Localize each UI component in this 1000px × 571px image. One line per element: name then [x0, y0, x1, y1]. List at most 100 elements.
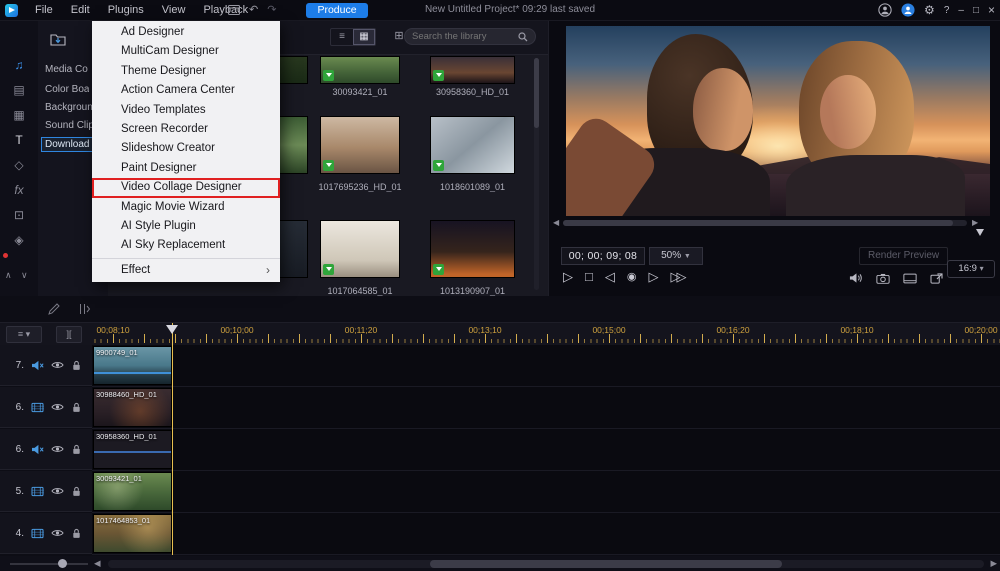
track-lane[interactable]: 9900749_01 — [92, 345, 1000, 387]
timeline-clip[interactable]: 30958360_HD_01 — [93, 430, 172, 469]
timeline-hscrollbar[interactable] — [108, 560, 984, 568]
dual-preview-icon[interactable] — [903, 273, 917, 284]
timeline-ruler[interactable]: 00;08;10 00;10;00 00;11;20 00;13;10 00;1… — [92, 323, 1000, 345]
track-lane[interactable]: 30988460_HD_01 — [92, 387, 1000, 429]
produce-button[interactable]: Produce — [306, 2, 368, 18]
timecode-display[interactable]: 00; 00; 09; 08 — [561, 247, 645, 265]
menu-edit[interactable]: Edit — [62, 0, 99, 20]
category-media-content[interactable]: Media Co — [45, 64, 88, 75]
category-sound-clips[interactable]: Sound Clip — [45, 120, 94, 131]
split-clip-button[interactable]: ][ — [56, 326, 82, 343]
grid-view-icon[interactable]: ▦ — [353, 29, 375, 45]
menu-plugins[interactable]: Plugins — [99, 0, 153, 20]
eye-icon[interactable] — [51, 444, 64, 454]
menu-item-theme-designer[interactable]: Theme Designer — [92, 62, 280, 81]
category-color-boards[interactable]: Color Boa — [45, 84, 89, 95]
eye-icon[interactable] — [51, 486, 64, 496]
search-input[interactable] — [412, 31, 518, 42]
menu-item-ad-designer[interactable]: Ad Designer — [92, 23, 280, 42]
menu-view[interactable]: View — [153, 0, 195, 20]
eye-icon[interactable] — [51, 528, 64, 538]
media-thumb[interactable] — [430, 220, 515, 278]
preview-scroll-left-icon[interactable]: ◀ — [553, 218, 559, 227]
effect-room-icon[interactable]: fx — [0, 183, 38, 197]
help-icon[interactable]: ? — [944, 5, 950, 16]
rail-scroll-up-icon[interactable]: ∧ — [5, 270, 12, 281]
media-thumb[interactable] — [320, 116, 400, 174]
rail-scroll-down-icon[interactable]: ∨ — [21, 270, 28, 281]
preview-hscrollbar-thumb[interactable] — [563, 220, 953, 226]
pip-room-icon[interactable]: ⊡ — [0, 208, 38, 222]
menu-item-ai-sky-replacement[interactable]: AI Sky Replacement — [92, 236, 280, 255]
undock-preview-icon[interactable] — [930, 272, 943, 284]
timeline-clip[interactable]: 30988460_HD_01 — [93, 388, 172, 427]
eye-icon[interactable] — [51, 360, 64, 370]
transition-room-icon[interactable]: ◇ — [0, 158, 38, 172]
overlay-room-icon[interactable]: ▤ — [0, 83, 38, 97]
preview-resize-handle-icon[interactable] — [976, 229, 984, 236]
media-thumb[interactable] — [320, 56, 400, 84]
category-backgrounds[interactable]: Backgroun — [45, 102, 93, 113]
zoom-level-dropdown[interactable]: 50% ▼ — [649, 247, 703, 265]
library-scrollbar-thumb[interactable] — [534, 58, 539, 128]
timeline-scroll-left-icon[interactable]: ◀ — [94, 558, 101, 569]
library-scrollbar[interactable] — [534, 58, 539, 290]
next-frame-button[interactable]: ▷ — [648, 268, 658, 286]
timeline-scroll-right-icon[interactable]: ▶ — [990, 558, 997, 569]
mute-speaker-icon[interactable] — [31, 444, 44, 455]
account-icon[interactable] — [878, 3, 892, 17]
close-icon[interactable]: × — [988, 3, 995, 17]
menu-item-screen-recorder[interactable]: Screen Recorder — [92, 120, 280, 139]
volume-icon[interactable] — [849, 272, 863, 284]
menu-item-magic-movie-wizard[interactable]: Magic Movie Wizard — [92, 198, 280, 217]
menu-item-multicam-designer[interactable]: MultiCam Designer — [92, 42, 280, 61]
timeline-clip[interactable]: 9900749_01 — [93, 346, 172, 385]
menu-item-effect[interactable]: Effect › — [92, 261, 280, 280]
menu-file[interactable]: File — [26, 0, 62, 20]
aspect-ratio-dropdown[interactable]: 16:9 ▾ — [947, 260, 995, 278]
maximize-icon[interactable]: □ — [973, 5, 979, 16]
redo-icon[interactable]: ↷ — [267, 0, 276, 20]
lock-icon[interactable] — [71, 360, 82, 371]
lock-icon[interactable] — [71, 444, 82, 455]
menu-item-slideshow-creator[interactable]: Slideshow Creator — [92, 139, 280, 158]
timeline-zoom-knob[interactable] — [58, 559, 67, 568]
mute-speaker-icon[interactable] — [31, 360, 44, 371]
video-track-icon[interactable] — [31, 528, 44, 539]
menu-item-action-camera-center[interactable]: Action Camera Center — [92, 81, 280, 100]
import-media-icon[interactable] — [50, 32, 66, 46]
track-manager-button[interactable]: ≡ ▾ — [6, 326, 42, 343]
track-lane[interactable]: 1017464853_01 — [92, 513, 1000, 555]
track-lane[interactable]: 30958360_HD_01 — [92, 429, 1000, 471]
snapshot-camera-icon[interactable] — [876, 273, 890, 284]
minimize-icon[interactable]: – — [958, 5, 964, 16]
settings-gear-icon[interactable]: ⚙ — [924, 3, 935, 17]
previous-frame-button[interactable]: ◁ — [605, 268, 615, 286]
media-thumb[interactable] — [430, 56, 515, 84]
title-room-icon[interactable]: T — [0, 133, 38, 147]
stop-button[interactable]: □ — [585, 268, 593, 286]
video-track-icon[interactable] — [31, 486, 44, 497]
record-button[interactable]: ◉ — [627, 268, 637, 286]
eye-icon[interactable] — [51, 402, 64, 412]
menu-item-video-templates[interactable]: Video Templates — [92, 101, 280, 120]
timeline-zoom-slider[interactable] — [10, 563, 88, 565]
video-track-icon[interactable] — [31, 402, 44, 413]
lock-icon[interactable] — [71, 486, 82, 497]
background-room-icon[interactable]: ▦ — [0, 108, 38, 122]
menu-item-ai-style-plugin[interactable]: AI Style Plugin — [92, 217, 280, 236]
lock-icon[interactable] — [71, 528, 82, 539]
menu-item-video-collage-designer[interactable]: Video Collage Designer — [92, 178, 280, 197]
user-avatar[interactable] — [901, 3, 915, 17]
timeline-clip[interactable]: 30093421_01 — [93, 472, 172, 511]
particle-room-icon[interactable]: ◈ — [0, 233, 38, 247]
fast-forward-button[interactable]: ▷▷ — [670, 268, 686, 286]
media-thumb[interactable] — [430, 116, 515, 174]
range-select-tool-icon[interactable] — [78, 303, 90, 315]
pencil-tool-icon[interactable] — [48, 303, 60, 315]
media-thumb[interactable] — [320, 220, 400, 278]
undo-icon[interactable]: ↶ — [249, 0, 258, 20]
play-button[interactable]: ▷ — [563, 268, 573, 286]
playhead-handle[interactable] — [166, 325, 178, 334]
timeline-clip[interactable]: 1017464853_01 — [93, 514, 172, 553]
